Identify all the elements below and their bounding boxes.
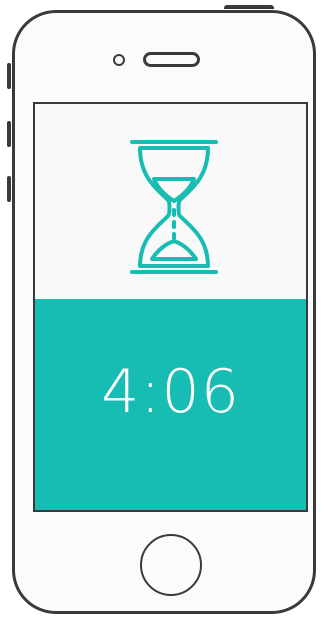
hourglass-icon — [130, 140, 218, 274]
phone-mockup: 4:06 — [0, 0, 326, 624]
icon-area — [35, 104, 306, 299]
phone-screen: 4:06 — [33, 102, 308, 512]
home-button[interactable] — [140, 534, 202, 596]
mute-switch[interactable] — [7, 63, 11, 89]
earpiece-speaker-icon — [143, 52, 200, 67]
volume-down-button[interactable] — [7, 176, 11, 202]
front-camera-icon — [113, 54, 125, 66]
timer-panel: 4:06 — [35, 299, 306, 510]
power-button[interactable] — [224, 5, 274, 9]
timer-display: 4:06 — [101, 357, 240, 427]
volume-up-button[interactable] — [7, 121, 11, 147]
